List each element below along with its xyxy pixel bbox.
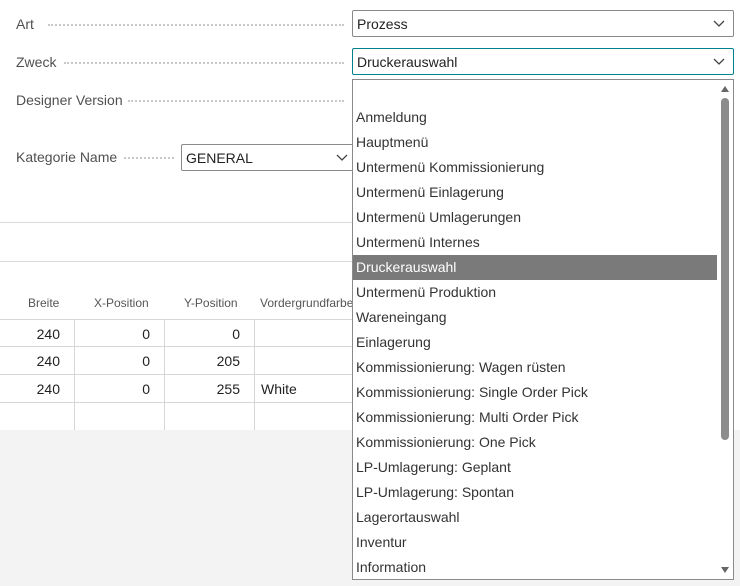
dropdown-option[interactable]: Untermenü Internes: [353, 230, 717, 255]
dropdown-option[interactable]: Hauptmenü: [353, 130, 717, 155]
section-divider: [0, 261, 352, 262]
scroll-up-arrow-icon[interactable]: [721, 85, 729, 93]
art-leader-dots: [48, 24, 344, 26]
art-select[interactable]: Prozess: [352, 10, 734, 37]
dropdown-option[interactable]: Inventur: [353, 530, 717, 555]
section-divider: [0, 222, 352, 223]
cell-y-position[interactable]: 255: [165, 375, 255, 403]
column-header-breite[interactable]: Breite: [28, 296, 59, 310]
cell-x-position[interactable]: 0: [75, 375, 165, 403]
cell-vordergrundfarbe[interactable]: [255, 347, 352, 375]
dropdown-option[interactable]: LP-Umlagerung: Geplant: [353, 455, 717, 480]
cell-breite[interactable]: 240: [0, 375, 75, 403]
cell-x-position[interactable]: [75, 403, 165, 431]
scroll-down-arrow-icon[interactable]: [721, 566, 729, 574]
cell-y-position[interactable]: 205: [165, 347, 255, 375]
cell-x-position[interactable]: 0: [75, 347, 165, 375]
column-header-y-position[interactable]: Y-Position: [184, 296, 238, 310]
kategorie-name-label: Kategorie Name: [16, 149, 118, 165]
zweck-select[interactable]: Druckerauswahl: [352, 48, 734, 75]
zweck-leader-dots: [64, 62, 344, 64]
table-row[interactable]: 240 0 205: [0, 347, 352, 375]
chevron-down-icon: [713, 20, 725, 27]
cell-breite[interactable]: 240: [0, 347, 75, 375]
dropdown-option[interactable]: Information: [353, 555, 717, 579]
table-row[interactable]: 240 0 0: [0, 319, 352, 348]
zweck-dropdown-list[interactable]: Anmeldung Hauptmenü Untermenü Kommission…: [352, 79, 734, 580]
dropdown-option[interactable]: Kommissionierung: One Pick: [353, 430, 717, 455]
table-row[interactable]: 240 0 255 White: [0, 375, 352, 403]
table-row[interactable]: [0, 403, 352, 431]
dropdown-option[interactable]: Untermenü Einlagerung: [353, 180, 717, 205]
dropdown-option[interactable]: Kommissionierung: Multi Order Pick: [353, 405, 717, 430]
column-header-vordergrundfarbe[interactable]: Vordergrundfarbe: [260, 296, 352, 310]
dropdown-scrollbar[interactable]: [717, 80, 733, 579]
dropdown-option[interactable]: Untermenü Kommissionierung: [353, 155, 717, 180]
dropdown-option-selected[interactable]: Druckerauswahl: [353, 255, 717, 280]
chevron-down-icon: [713, 58, 725, 65]
dropdown-option[interactable]: Wareneingang: [353, 305, 717, 330]
dropdown-option[interactable]: Lagerortauswahl: [353, 505, 717, 530]
art-select-value: Prozess: [357, 15, 408, 32]
kategorie-select-value: GENERAL: [186, 149, 253, 166]
dropdown-option[interactable]: Kommissionierung: Single Order Pick: [353, 380, 717, 405]
cell-x-position[interactable]: 0: [75, 320, 165, 348]
art-label: Art: [16, 16, 34, 32]
zweck-label: Zweck: [16, 54, 57, 70]
cell-y-position[interactable]: [165, 403, 255, 431]
designer-version-leader-dots: [128, 100, 344, 102]
cell-vordergrundfarbe[interactable]: [255, 403, 352, 431]
cell-breite[interactable]: 240: [0, 320, 75, 348]
dropdown-option[interactable]: Kommissionierung: Wagen rüsten: [353, 355, 717, 380]
cell-vordergrundfarbe[interactable]: [255, 320, 352, 348]
dropdown-option[interactable]: LP-Umlagerung: Spontan: [353, 480, 717, 505]
chevron-down-icon: [336, 154, 348, 161]
dropdown-option[interactable]: Untermenü Produktion: [353, 280, 717, 305]
zweck-select-value: Druckerauswahl: [357, 53, 458, 70]
dropdown-option[interactable]: Einlagerung: [353, 330, 717, 355]
cell-vordergrundfarbe[interactable]: White: [255, 375, 352, 403]
column-header-x-position[interactable]: X-Position: [94, 296, 149, 310]
kategorie-leader-dots: [124, 157, 174, 159]
cell-breite[interactable]: [0, 403, 75, 431]
dropdown-option[interactable]: Anmeldung: [353, 105, 717, 130]
designer-version-label: Designer Version: [16, 92, 123, 108]
kategorie-select[interactable]: GENERAL: [181, 144, 357, 171]
scrollbar-thumb[interactable]: [721, 98, 729, 440]
cell-y-position[interactable]: 0: [165, 320, 255, 348]
dropdown-option[interactable]: Untermenü Umlagerungen: [353, 205, 717, 230]
